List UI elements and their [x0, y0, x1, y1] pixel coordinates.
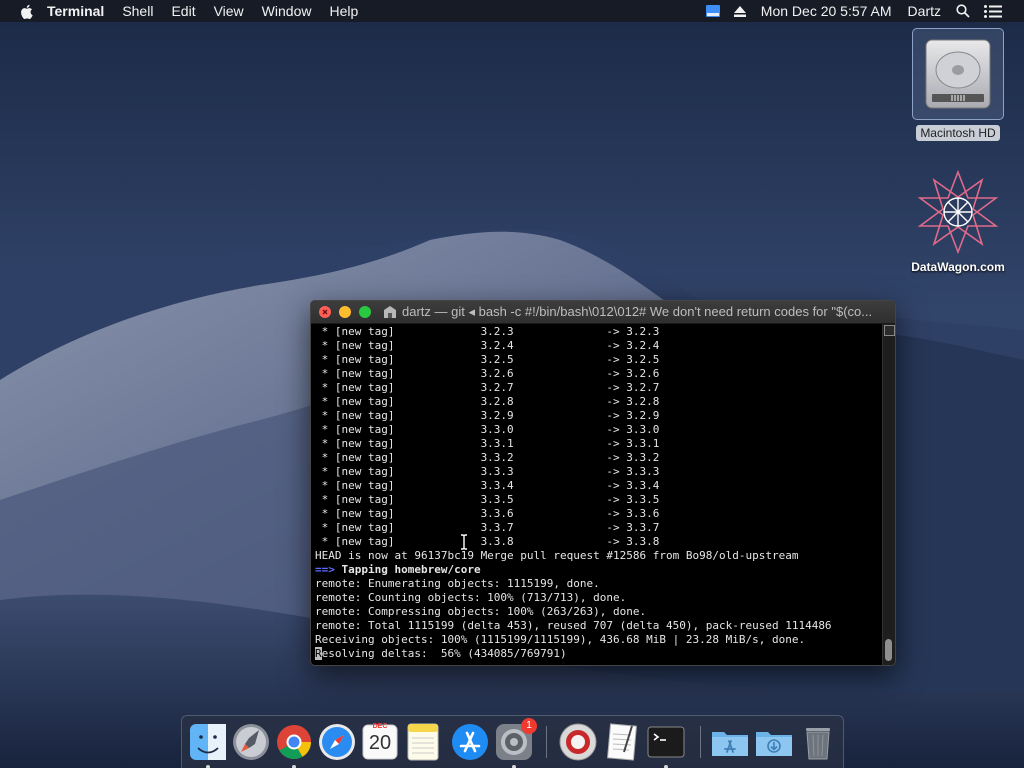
terminal-line: * [new tag] 3.2.4 -> 3.2.4 — [315, 339, 660, 352]
desktop-icon-label: DataWagon.com — [911, 260, 1005, 274]
text-cursor-ibeam-icon — [461, 534, 467, 550]
apple-menu-icon[interactable] — [0, 4, 41, 19]
calendar-day: 20 — [368, 732, 392, 754]
terminal-line: * [new tag] 3.3.4 -> 3.3.4 — [315, 479, 660, 492]
resolving-deltas-text: esolving deltas: 56% (434085/769791) — [321, 647, 567, 660]
terminal-line: * [new tag] 3.2.5 -> 3.2.5 — [315, 353, 660, 366]
eject-icon[interactable] — [727, 5, 753, 17]
hard-drive-icon-frame — [912, 28, 1004, 120]
dock-separator — [700, 726, 701, 758]
desktop-icon-macintosh-hd[interactable]: Macintosh HD — [908, 28, 1008, 141]
window-title: dartz — git ◂ bash -c #!/bin/bash\012\01… — [402, 304, 873, 319]
terminal-line: remote: Compressing objects: 100% (263/2… — [315, 605, 647, 618]
notification-center-icon[interactable] — [977, 4, 1024, 18]
terminal-line: remote: Counting objects: 100% (713/713)… — [315, 591, 627, 604]
terminal-line: * [new tag] 3.3.2 -> 3.3.2 — [315, 451, 660, 464]
dock-terminal-icon[interactable] — [646, 722, 686, 768]
menu-clock[interactable]: Mon Dec 20 5:57 AM — [753, 0, 900, 22]
terminal-output[interactable]: * [new tag] 3.2.3 -> 3.2.3 * [new tag] 3… — [311, 324, 883, 665]
datawagon-star-icon — [917, 170, 999, 254]
menu-bar: Terminal Shell Edit View Window Help Mon… — [0, 0, 1024, 22]
dock-calendar-icon[interactable]: DEC 20 — [360, 722, 400, 762]
terminal-line: * [new tag] 3.3.1 -> 3.3.1 — [315, 437, 660, 450]
window-minimize-button[interactable] — [339, 306, 351, 318]
scroll-split-button[interactable] — [884, 325, 895, 336]
terminal-line-tapping: ==> Tapping homebrew/core — [315, 563, 879, 577]
dock-launchpad-icon[interactable] — [231, 722, 271, 762]
dock-downloads-folder-icon[interactable] — [754, 722, 794, 762]
dock-safari-icon[interactable] — [317, 722, 357, 762]
terminal-cursor: R — [315, 647, 322, 660]
terminal-line: * [new tag] 3.3.7 -> 3.3.7 — [315, 521, 660, 534]
dock-app-store-icon[interactable] — [450, 722, 490, 762]
desktop-icon-label: Macintosh HD — [916, 125, 1000, 141]
terminal-line: * [new tag] 3.3.8 -> 3.3.8 — [315, 535, 660, 548]
window-close-button[interactable] — [319, 306, 331, 318]
input-source-icon[interactable] — [699, 5, 727, 17]
dock-separator — [546, 726, 547, 758]
dock-textedit-icon[interactable] — [602, 722, 642, 762]
desktop: Terminal Shell Edit View Window Help Mon… — [0, 0, 1024, 768]
brew-tapping-text: Tapping homebrew/core — [334, 563, 481, 576]
terminal-line: * [new tag] 3.2.8 -> 3.2.8 — [315, 395, 660, 408]
dock-trash-icon[interactable] — [798, 722, 838, 762]
menu-view[interactable]: View — [205, 0, 253, 22]
terminal-line: remote: Total 1115199 (delta 453), reuse… — [315, 619, 832, 632]
menu-shell[interactable]: Shell — [113, 0, 162, 22]
terminal-line: remote: Enumerating objects: 1115199, do… — [315, 577, 600, 590]
menu-user[interactable]: Dartz — [900, 0, 949, 22]
menu-window[interactable]: Window — [253, 0, 321, 22]
brew-arrow-prompt: ==> — [315, 563, 335, 576]
terminal-line: * [new tag] 3.3.5 -> 3.3.5 — [315, 493, 660, 506]
terminal-window: dartz — git ◂ bash -c #!/bin/bash\012\01… — [310, 300, 896, 666]
terminal-line: HEAD is now at 96137bc19 Merge pull requ… — [315, 549, 799, 562]
menu-edit[interactable]: Edit — [162, 0, 204, 22]
dock-photo-booth-icon[interactable] — [558, 722, 598, 762]
calendar-month: DEC — [372, 723, 388, 730]
terminal-line-current: Resolving deltas: 56% (434085/769791) — [315, 647, 879, 661]
window-zoom-button[interactable] — [359, 306, 371, 318]
terminal-line: * [new tag] 3.2.3 -> 3.2.3 — [315, 325, 660, 338]
dock-system-preferences-icon[interactable]: 1 — [494, 718, 537, 768]
menu-app-terminal[interactable]: Terminal — [41, 0, 113, 22]
terminal-line: Receiving objects: 100% (1115199/1115199… — [315, 633, 806, 646]
home-folder-icon — [383, 306, 397, 318]
terminal-line: * [new tag] 3.2.6 -> 3.2.6 — [315, 367, 660, 380]
hard-drive-icon — [925, 39, 991, 109]
spotlight-search-icon[interactable] — [949, 4, 977, 18]
dock-applications-folder-icon[interactable] — [710, 722, 750, 762]
dock-finder-icon[interactable] — [188, 722, 228, 768]
notification-badge: 1 — [521, 718, 537, 734]
dock-notes-icon[interactable] — [403, 722, 443, 762]
dock-chrome-icon[interactable] — [274, 722, 314, 768]
terminal-line: * [new tag] 3.2.7 -> 3.2.7 — [315, 381, 660, 394]
terminal-line: * [new tag] 3.3.3 -> 3.3.3 — [315, 465, 660, 478]
terminal-line: * [new tag] 3.3.6 -> 3.3.6 — [315, 507, 660, 520]
terminal-line: * [new tag] 3.2.9 -> 3.2.9 — [315, 409, 660, 422]
desktop-icon-datawagon[interactable]: DataWagon.com — [898, 170, 1018, 274]
terminal-titlebar[interactable]: dartz — git ◂ bash -c #!/bin/bash\012\01… — [311, 301, 895, 324]
terminal-scrollbar[interactable] — [882, 324, 895, 665]
dock: DEC 20 1 — [181, 715, 844, 768]
scrollbar-thumb[interactable] — [885, 639, 892, 661]
menu-extras: Mon Dec 20 5:57 AM Dartz — [699, 0, 1024, 22]
menu-help[interactable]: Help — [320, 0, 367, 22]
terminal-line: * [new tag] 3.3.0 -> 3.3.0 — [315, 423, 660, 436]
